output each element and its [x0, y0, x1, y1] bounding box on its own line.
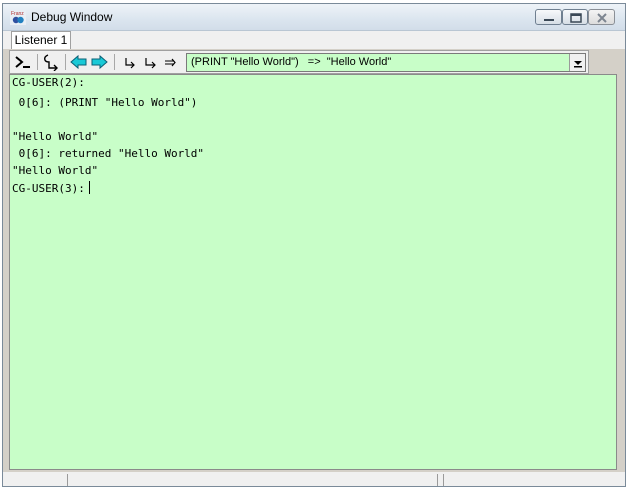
status-divider: [67, 474, 68, 486]
debug-toolbar: (PRINT "Hello World") => "Hello World": [9, 50, 589, 74]
text-cursor: [88, 181, 90, 194]
toolbar-separator: [114, 54, 115, 70]
debug-window: Franz Debug Window Listener 1 (PRINT "He…: [2, 3, 626, 487]
step-out-icon[interactable]: [142, 53, 160, 71]
expression-combobox[interactable]: (PRINT "Hello World") => "Hello World": [186, 53, 586, 72]
step-over-icon[interactable]: [122, 53, 140, 71]
close-icon: [597, 13, 607, 23]
minimize-button[interactable]: [535, 9, 562, 25]
listener-prompt-line[interactable]: CG-USER(3):: [12, 181, 90, 196]
listener-pane[interactable]: CG-USER(2): 0[6]: (PRINT "Hello World") …: [9, 74, 617, 470]
tab-listener-1[interactable]: Listener 1: [11, 31, 71, 49]
listener-line: CG-USER(2):: [12, 76, 85, 89]
status-divider: [443, 474, 444, 486]
listener-line: "Hello World": [12, 164, 99, 177]
tab-strip: Listener 1: [3, 31, 625, 49]
toolbar-separator: [65, 54, 66, 70]
maximize-button[interactable]: [562, 9, 588, 25]
svg-text:Franz: Franz: [11, 11, 24, 17]
step-into-icon[interactable]: [42, 53, 60, 72]
listener-line: 0[6]: returned "Hello World": [12, 147, 205, 160]
prompt-icon[interactable]: [14, 53, 32, 71]
expression-value: (PRINT "Hello World") => "Hello World": [191, 56, 392, 68]
status-divider: [437, 474, 438, 486]
forward-arrow-icon[interactable]: [90, 53, 108, 71]
toolbar-separator: [37, 54, 38, 70]
maximize-icon: [570, 13, 582, 23]
minimize-icon: [544, 19, 554, 21]
listener-line: 0[6]: (PRINT "Hello World"): [12, 96, 198, 109]
listener-prompt: CG-USER(3):: [12, 182, 85, 195]
window-title: Debug Window: [31, 10, 113, 24]
close-button[interactable]: [588, 9, 615, 25]
status-bar: [3, 472, 625, 486]
franz-lisp-app-icon: Franz: [9, 8, 27, 26]
return-icon[interactable]: [162, 53, 180, 71]
chevron-down-icon[interactable]: [569, 54, 585, 71]
listener-line: "Hello World": [12, 130, 99, 143]
title-bar[interactable]: Franz Debug Window: [3, 4, 625, 31]
back-arrow-icon[interactable]: [70, 53, 88, 71]
